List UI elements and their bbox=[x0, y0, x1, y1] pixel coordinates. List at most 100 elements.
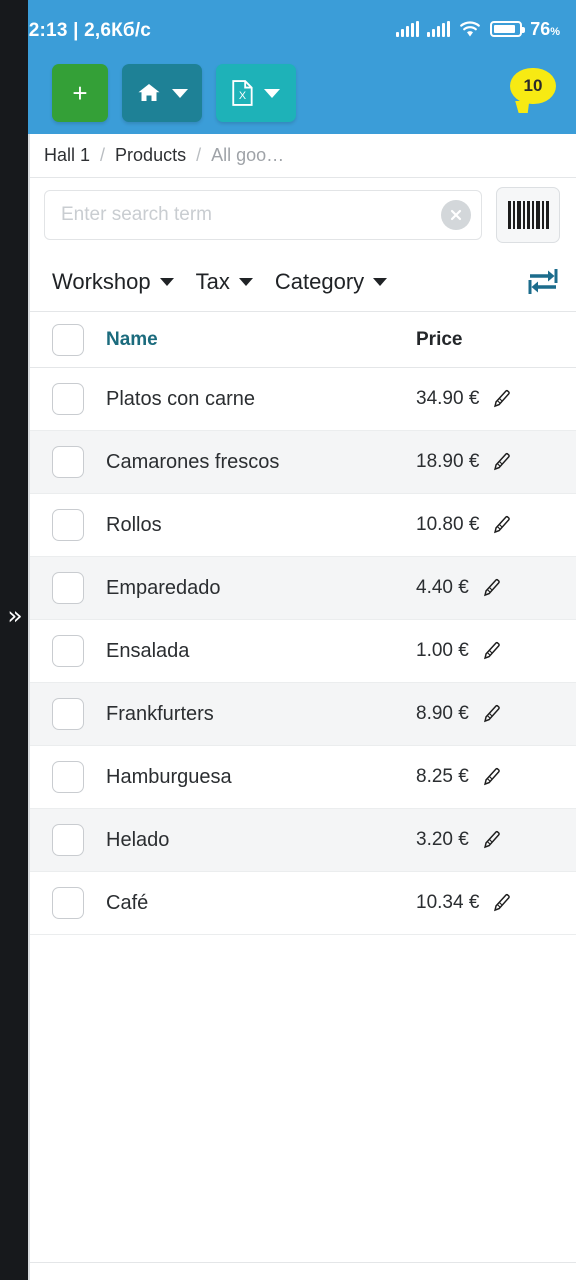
breadcrumb-item-products[interactable]: Products bbox=[115, 145, 186, 166]
product-price: 10.80 € bbox=[416, 514, 480, 535]
filter-category-dropdown[interactable]: Category bbox=[274, 268, 388, 295]
product-name: Hamburguesa bbox=[106, 765, 232, 788]
search-input[interactable] bbox=[45, 191, 481, 239]
search-row bbox=[30, 178, 576, 252]
chevron-down-icon bbox=[238, 277, 253, 286]
home-menu-button[interactable] bbox=[122, 64, 202, 122]
app-header: 12:13 | 2,6Кб/c 76% + X 10 bbox=[0, 0, 576, 134]
row-checkbox[interactable] bbox=[52, 383, 84, 415]
row-checkbox[interactable] bbox=[52, 824, 84, 856]
edit-pencil-icon[interactable] bbox=[489, 451, 511, 473]
product-price-cell: 8.25 € bbox=[416, 766, 576, 788]
product-name: Rollos bbox=[106, 513, 162, 536]
row-select-cell bbox=[30, 509, 106, 541]
edit-pencil-icon[interactable] bbox=[489, 514, 511, 536]
filter-workshop-dropdown[interactable]: Workshop bbox=[52, 269, 174, 295]
product-price: 34.90 € bbox=[416, 388, 480, 409]
excel-file-icon: X bbox=[232, 80, 253, 106]
row-select-cell bbox=[30, 446, 106, 478]
edit-pencil-icon[interactable] bbox=[479, 766, 501, 788]
row-checkbox[interactable] bbox=[52, 572, 84, 604]
bottom-divider bbox=[30, 1262, 576, 1263]
row-checkbox[interactable] bbox=[52, 761, 84, 793]
breadcrumb-separator: / bbox=[100, 145, 106, 165]
table-row[interactable]: Rollos 10.80 € bbox=[30, 494, 576, 557]
header-toolbar: + X bbox=[52, 64, 296, 122]
column-header-price[interactable]: Price bbox=[416, 329, 576, 351]
filter-row: Workshop Tax Category bbox=[30, 252, 576, 312]
svg-text:X: X bbox=[239, 90, 246, 102]
product-price-cell: 10.80 € bbox=[416, 514, 576, 536]
row-checkbox[interactable] bbox=[52, 509, 84, 541]
product-price-cell: 4.40 € bbox=[416, 577, 576, 599]
filter-tax-dropdown[interactable]: Tax bbox=[196, 269, 253, 295]
export-excel-button[interactable]: X bbox=[216, 64, 296, 122]
notification-bubble-badge[interactable]: 10 bbox=[510, 68, 556, 104]
plus-icon: + bbox=[72, 77, 88, 108]
table-row[interactable]: Frankfurters 8.90 € bbox=[30, 683, 576, 746]
product-price-cell: 34.90 € bbox=[416, 388, 576, 410]
product-price-cell: 18.90 € bbox=[416, 451, 576, 473]
cellular-signal-1-icon bbox=[396, 21, 420, 37]
product-price: 1.00 € bbox=[416, 640, 469, 661]
filter-category-label: Category bbox=[274, 268, 365, 294]
transfer-button[interactable] bbox=[526, 267, 560, 297]
product-name: Camarones frescos bbox=[106, 450, 280, 473]
drawer-expand-handle-icon[interactable]: » bbox=[0, 598, 28, 634]
product-price: 8.25 € bbox=[416, 766, 469, 787]
row-checkbox[interactable] bbox=[52, 635, 84, 667]
row-select-cell bbox=[30, 572, 106, 604]
row-checkbox[interactable] bbox=[52, 698, 84, 730]
filter-tax-label: Tax bbox=[195, 268, 230, 294]
cellular-signal-2-icon bbox=[427, 21, 451, 37]
chevron-down-icon bbox=[159, 277, 174, 286]
table-row[interactable]: Helado 3.20 € bbox=[30, 809, 576, 872]
filter-workshop-label: Workshop bbox=[52, 268, 151, 294]
row-checkbox[interactable] bbox=[52, 887, 84, 919]
search-box bbox=[44, 190, 482, 240]
table-row[interactable]: Camarones frescos 18.90 € bbox=[30, 431, 576, 494]
clear-search-button[interactable] bbox=[441, 200, 471, 230]
table-row[interactable]: Café 10.34 € bbox=[30, 872, 576, 935]
product-price: 8.90 € bbox=[416, 703, 469, 724]
left-rail: » bbox=[0, 0, 28, 1280]
wifi-icon bbox=[460, 21, 481, 37]
row-select-cell bbox=[30, 698, 106, 730]
product-price: 4.40 € bbox=[416, 577, 469, 598]
breadcrumb: Hall 1 / Products / All goo… bbox=[30, 134, 576, 178]
chevron-down-icon bbox=[172, 88, 188, 98]
row-checkbox[interactable] bbox=[52, 446, 84, 478]
product-name: Ensalada bbox=[106, 639, 190, 662]
edit-pencil-icon[interactable] bbox=[479, 829, 501, 851]
breadcrumb-separator: / bbox=[196, 145, 202, 165]
select-all-cell bbox=[30, 323, 106, 356]
edit-pencil-icon[interactable] bbox=[489, 388, 511, 410]
battery-icon bbox=[490, 21, 526, 37]
table-row[interactable]: Ensalada 1.00 € bbox=[30, 620, 576, 683]
transfer-arrows-icon bbox=[528, 268, 558, 294]
product-price: 10.34 € bbox=[416, 892, 480, 913]
clear-icon bbox=[450, 209, 462, 221]
product-price: 3.20 € bbox=[416, 829, 469, 850]
product-name: Café bbox=[106, 891, 149, 914]
edit-pencil-icon[interactable] bbox=[479, 703, 501, 725]
product-price-cell: 8.90 € bbox=[416, 703, 576, 725]
table-row[interactable]: Hamburguesa 8.25 € bbox=[30, 746, 576, 809]
product-price: 18.90 € bbox=[416, 451, 480, 472]
add-button[interactable]: + bbox=[52, 64, 108, 122]
select-all-checkbox[interactable] bbox=[52, 323, 84, 356]
edit-pencil-icon[interactable] bbox=[479, 577, 501, 599]
table-row[interactable]: Emparedado 4.40 € bbox=[30, 557, 576, 620]
breadcrumb-item-hall[interactable]: Hall 1 bbox=[44, 145, 90, 166]
column-header-name[interactable]: Name bbox=[106, 329, 416, 351]
status-indicators: 76% bbox=[396, 16, 560, 42]
product-name: Platos con carne bbox=[106, 387, 255, 410]
barcode-icon bbox=[507, 201, 549, 229]
table-row[interactable]: Platos con carne 34.90 € bbox=[30, 368, 576, 431]
home-icon bbox=[138, 84, 160, 101]
barcode-scan-button[interactable] bbox=[496, 187, 560, 243]
table-header: Name Price bbox=[30, 312, 576, 368]
percent-symbol: % bbox=[550, 25, 560, 38]
edit-pencil-icon[interactable] bbox=[489, 892, 511, 914]
edit-pencil-icon[interactable] bbox=[479, 640, 501, 662]
